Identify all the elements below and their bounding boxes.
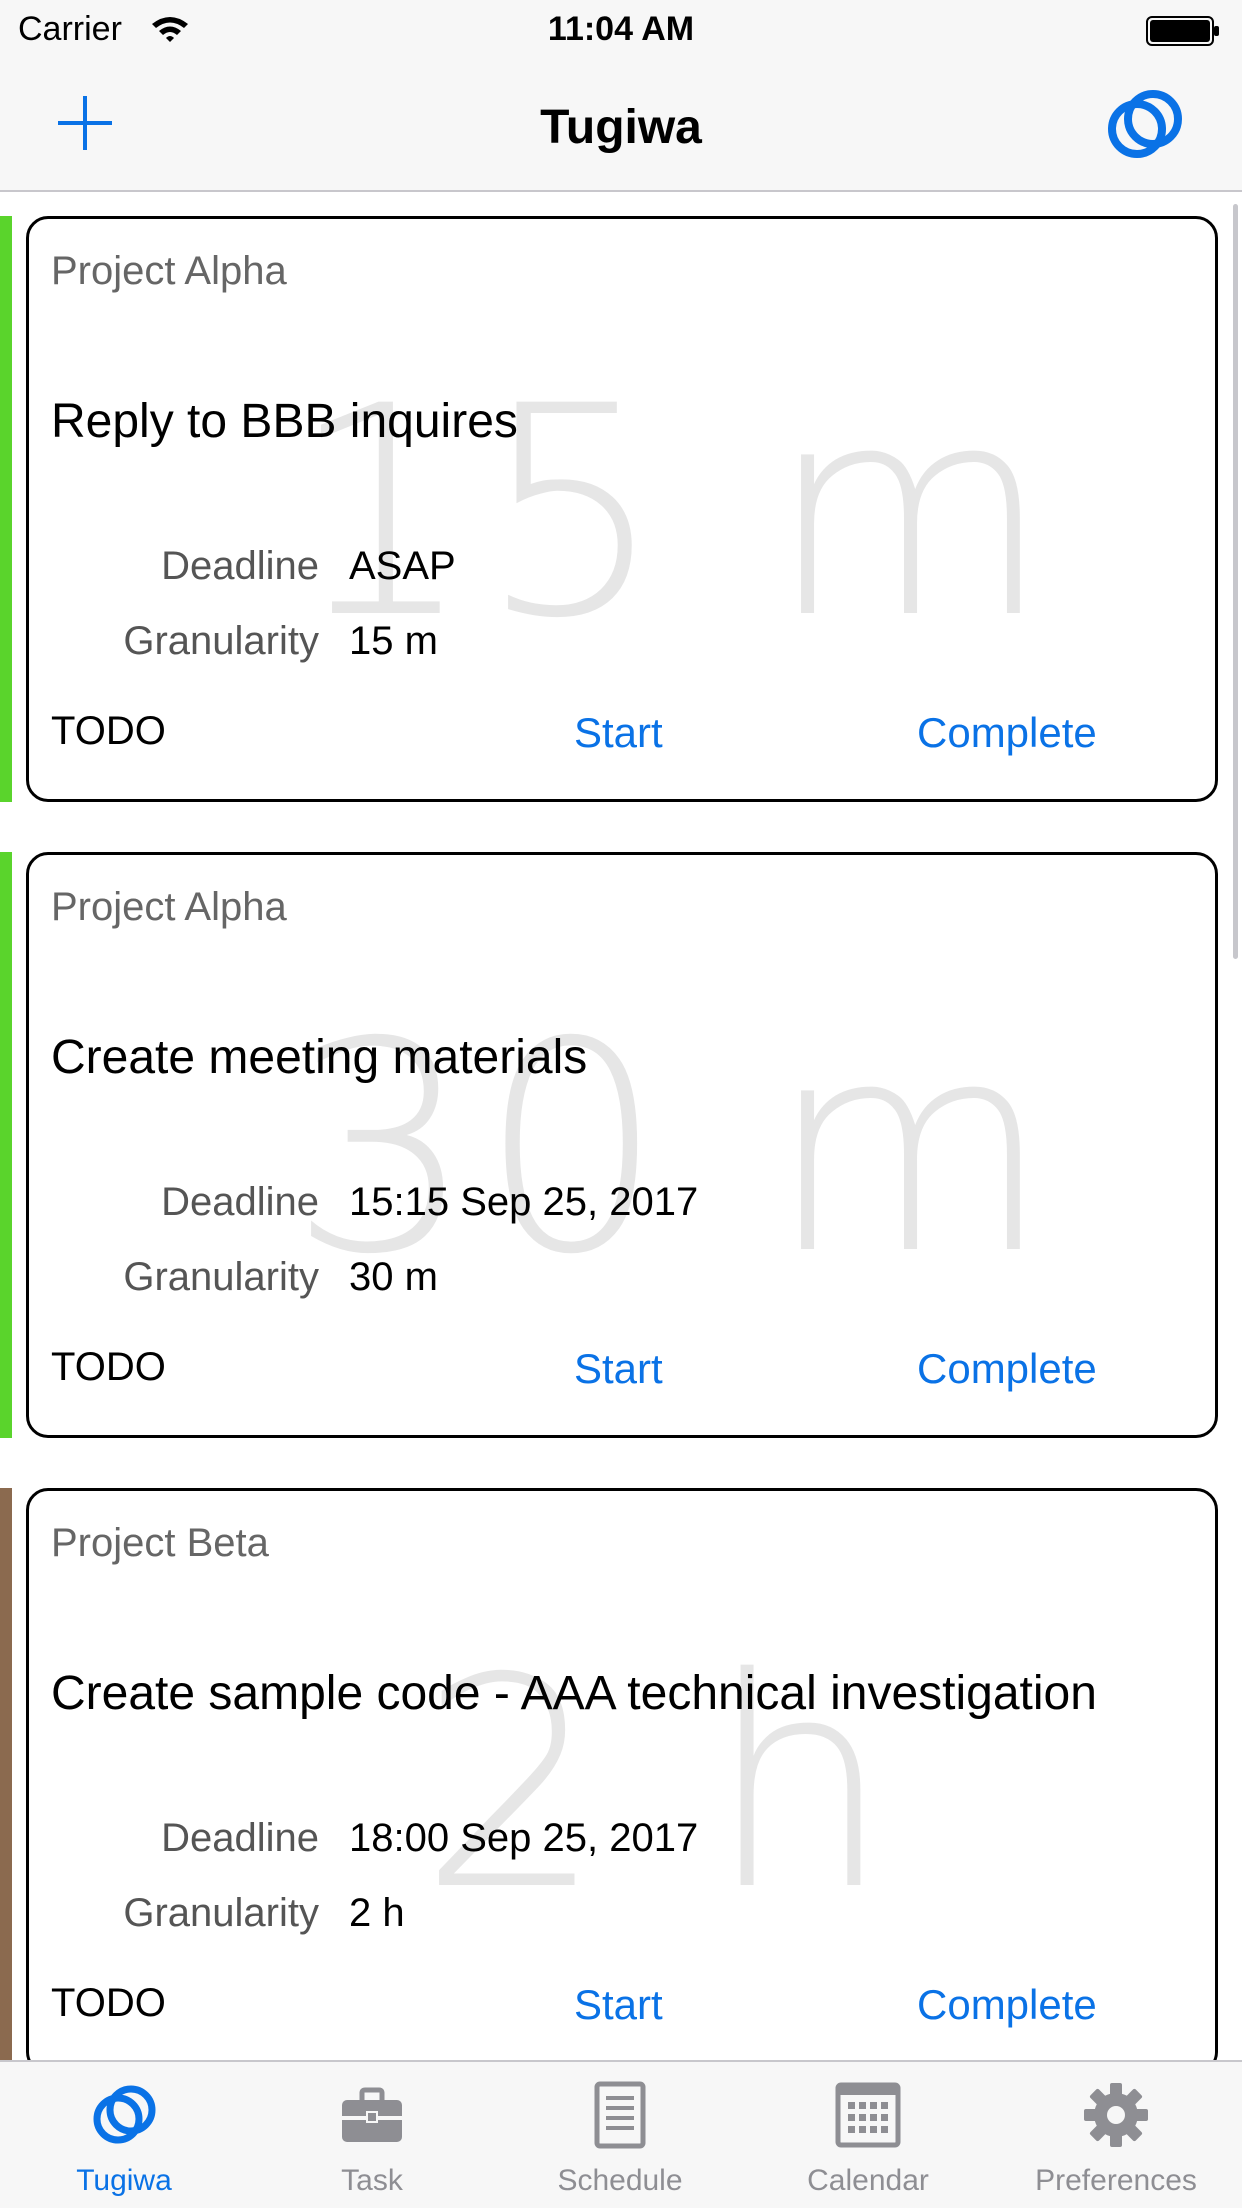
tab-label: Calendar: [807, 2164, 929, 2197]
complete-button[interactable]: Complete: [917, 1345, 1097, 1393]
deadline-value: ASAP: [349, 544, 456, 588]
granularity-value: 30 m: [349, 1255, 438, 1299]
start-button[interactable]: Start: [574, 1981, 663, 2029]
navigation-bar: Tugiwa: [0, 60, 1242, 192]
project-name: Project Alpha: [51, 885, 287, 929]
granularity-label: Granularity: [123, 619, 319, 663]
granularity-value: 2 h: [349, 1891, 405, 1935]
tab-label: Tugiwa: [76, 2164, 172, 2197]
tab-preferences[interactable]: Preferences: [992, 2062, 1240, 2210]
status-label: TODO: [51, 1981, 166, 2025]
battery-icon: [1146, 16, 1219, 46]
project-color-bar: [0, 1488, 12, 2060]
task-title: Create sample code - AAA technical inves…: [51, 1667, 1097, 1720]
rings-icon: [93, 2085, 156, 2144]
tab-label: Task: [341, 2164, 403, 2197]
complete-button[interactable]: Complete: [917, 1981, 1097, 2029]
status-bar: Carrier 11:04 AM: [0, 0, 1242, 60]
task-title: Create meeting materials: [51, 1031, 588, 1084]
tab-task[interactable]: Task: [248, 2062, 496, 2210]
granularity-value: 15 m: [349, 619, 438, 663]
deadline-value: 18:00 Sep 25, 2017: [349, 1816, 699, 1860]
tab-calendar[interactable]: Calendar: [744, 2062, 992, 2210]
complete-button[interactable]: Complete: [917, 709, 1097, 757]
task-card: 2 h Project Beta Create sample code - AA…: [0, 1466, 1242, 2060]
project-color-bar: [0, 852, 12, 1438]
tab-bar: Tugiwa Task Schedule Calendar Preference…: [0, 2060, 1242, 2208]
tab-label: Preferences: [1035, 2164, 1197, 2197]
start-button[interactable]: Start: [574, 709, 663, 757]
tab-tugiwa[interactable]: Tugiwa: [0, 2062, 248, 2210]
status-label: TODO: [51, 1345, 166, 1389]
briefcase-icon: [342, 2087, 402, 2142]
task-card-body[interactable]: 30 m Project Alpha Create meeting materi…: [26, 852, 1218, 1438]
calendar-grid-icon: [835, 2082, 901, 2148]
deadline-value: 15:15 Sep 25, 2017: [349, 1180, 699, 1224]
task-card: 30 m Project Alpha Create meeting materi…: [0, 830, 1242, 1438]
task-card: 15 m Project Alpha Reply to BBB inquires…: [0, 194, 1242, 802]
project-name: Project Beta: [51, 1521, 269, 1565]
task-card-body[interactable]: 15 m Project Alpha Reply to BBB inquires…: [26, 216, 1218, 802]
page-title: Tugiwa: [540, 101, 702, 154]
granularity-label: Granularity: [123, 1255, 319, 1299]
deadline-label: Deadline: [161, 1816, 319, 1860]
document-icon: [594, 2081, 646, 2149]
project-name: Project Alpha: [51, 249, 287, 293]
start-button[interactable]: Start: [574, 1345, 663, 1393]
status-label: TODO: [51, 709, 166, 753]
gear-icon: [1084, 2083, 1148, 2147]
tab-label: Schedule: [557, 2164, 683, 2197]
tab-schedule[interactable]: Schedule: [496, 2062, 744, 2210]
deadline-label: Deadline: [161, 544, 319, 588]
granularity-label: Granularity: [123, 1891, 319, 1935]
rings-icon[interactable]: [1104, 84, 1186, 166]
task-title: Reply to BBB inquires: [51, 395, 518, 448]
project-color-bar: [0, 216, 12, 802]
task-card-body[interactable]: 2 h Project Beta Create sample code - AA…: [26, 1488, 1218, 2060]
clock: 11:04 AM: [547, 10, 695, 48]
deadline-label: Deadline: [161, 1180, 319, 1224]
task-list[interactable]: 15 m Project Alpha Reply to BBB inquires…: [0, 194, 1242, 2060]
